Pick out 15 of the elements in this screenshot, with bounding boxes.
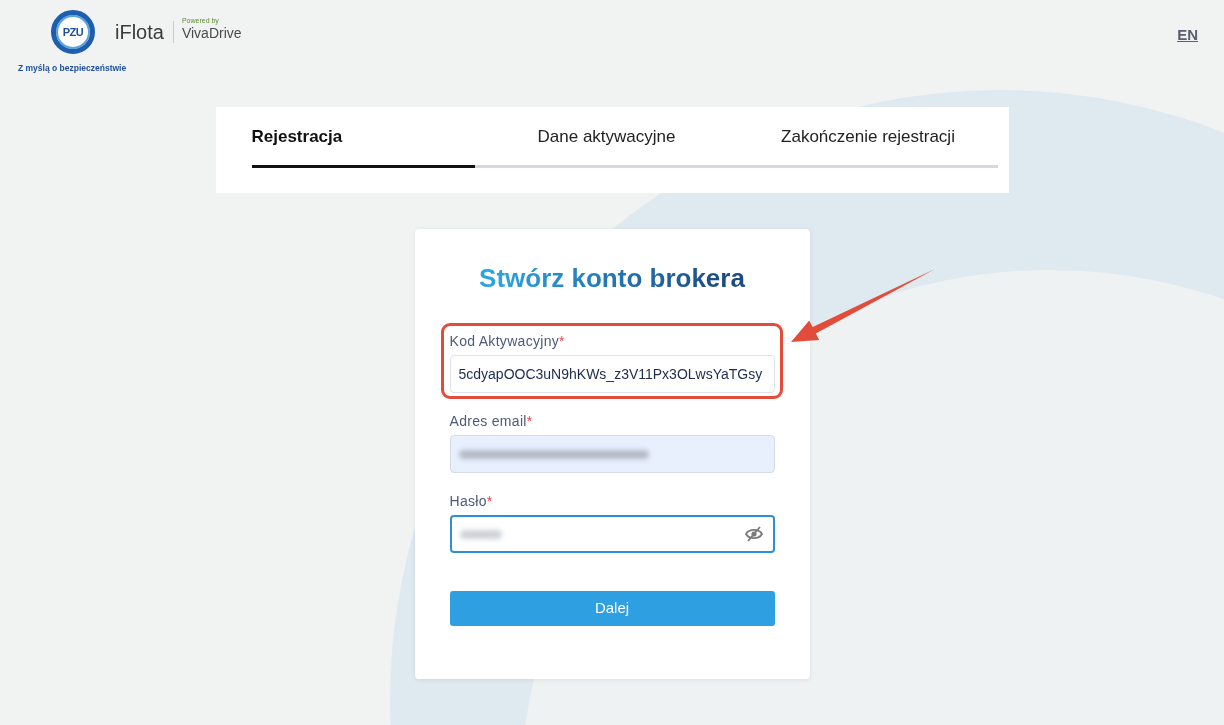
language-link[interactable]: EN — [1177, 24, 1198, 47]
tagline: Z myślą o bezpieczeństwie — [18, 62, 127, 75]
eye-slash-icon — [744, 526, 763, 542]
input-field[interactable]: 5cdyapOOC3uN9hKWs_z3V11Px3OLwsYaTGsy — [449, 355, 775, 393]
product-name: iFlota — [115, 20, 164, 44]
step-tab[interactable]: Zakończenie rejestracji — [738, 107, 998, 168]
field-label: Adres email* — [449, 412, 534, 431]
field-label: Kod Aktywacyjny* — [449, 332, 566, 351]
blurred-text — [459, 529, 502, 539]
input-field[interactable] — [449, 515, 775, 553]
partner-name: VivaDrive — [181, 25, 242, 41]
step-tab[interactable]: Rejestracja — [251, 107, 475, 168]
step-tab[interactable]: Dane aktywacyjne — [474, 107, 739, 168]
logo-badge: PZU — [51, 10, 95, 54]
field-label: Hasło* — [449, 492, 494, 511]
